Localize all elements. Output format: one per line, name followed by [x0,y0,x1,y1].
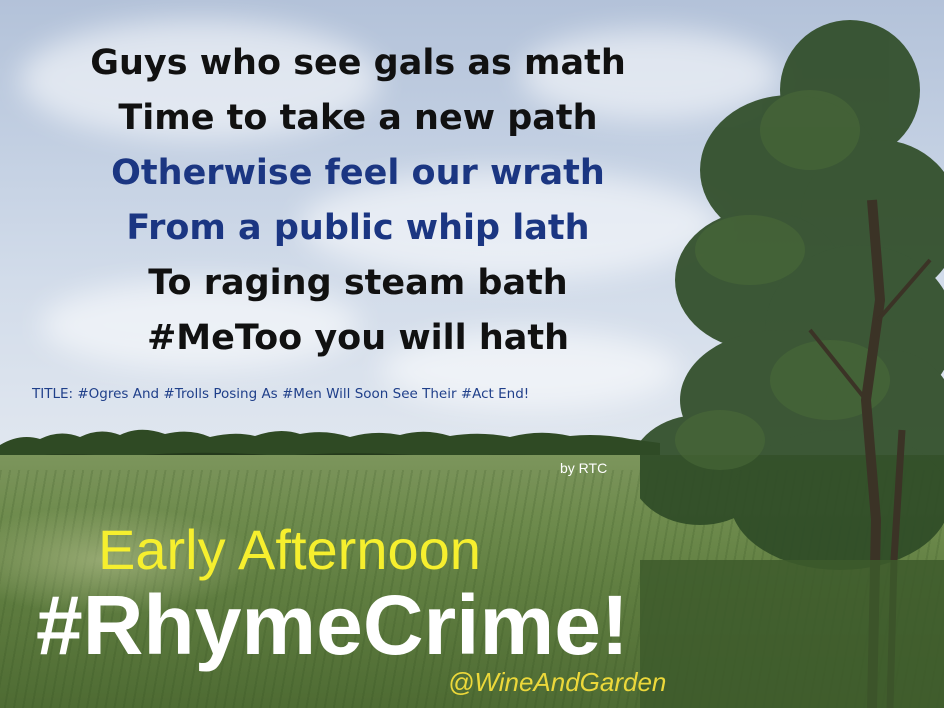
poem-line: #MeToo you will hath [146,318,570,358]
author-byline: by RTC [560,460,608,476]
poem: Guys who see gals as math Time to take a… [0,36,716,366]
poem-line: From a public whip lath [126,208,590,248]
poem-line: Time to take a new path [118,98,598,138]
poem-line: Guys who see gals as math [90,43,626,83]
headline-rhymecrime: #RhymeCrime! [36,578,629,672]
subtitle-early-afternoon: Early Afternoon [98,518,481,581]
poem-line: Otherwise feel our wrath [111,153,605,193]
poem-title: TITLE: #Ogres And #Trolls Posing As #Men… [32,386,530,402]
social-handle: @WineAndGarden [448,667,667,697]
poem-line: To raging steam bath [148,263,568,303]
